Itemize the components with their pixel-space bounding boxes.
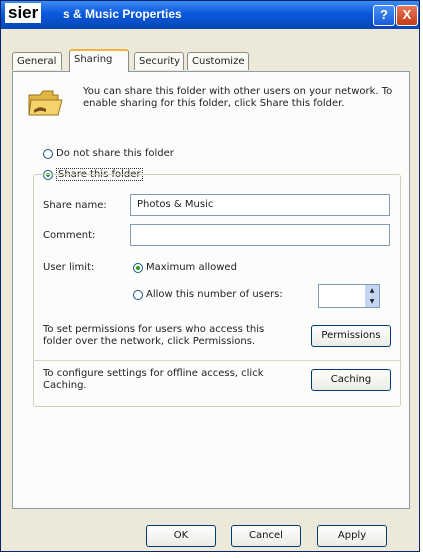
group-separator bbox=[33, 360, 401, 361]
shared-folder-icon bbox=[28, 88, 64, 121]
caching-description: To configure settings for offline access… bbox=[43, 368, 264, 391]
permissions-button[interactable]: Permissions bbox=[311, 325, 391, 347]
cancel-button[interactable]: Cancel bbox=[231, 525, 301, 547]
tab-customize[interactable]: Customize bbox=[187, 52, 249, 70]
spinner-buttons[interactable]: ▲ ▼ bbox=[365, 285, 379, 307]
properties-dialog: s & Music Properties ? X sier General Sh… bbox=[0, 0, 420, 552]
sharing-panel: You can share this folder with other use… bbox=[12, 71, 410, 509]
user-count-spinner[interactable]: ▲ ▼ bbox=[318, 284, 380, 308]
permissions-description: To set permissions for users who access … bbox=[43, 324, 265, 347]
user-limit-label: User limit: bbox=[43, 262, 95, 273]
title-bar[interactable]: s & Music Properties ? X bbox=[1, 1, 419, 29]
apply-button[interactable]: Apply bbox=[317, 525, 387, 547]
allow-users-radio[interactable] bbox=[133, 289, 143, 300]
spin-down-icon[interactable]: ▼ bbox=[365, 296, 379, 307]
spin-up-icon[interactable]: ▲ bbox=[365, 285, 379, 296]
allow-users-option[interactable]: Allow this number of users: bbox=[133, 289, 283, 300]
max-allowed-label: Maximum allowed bbox=[146, 262, 237, 273]
tab-sharing[interactable]: Sharing bbox=[69, 49, 129, 72]
max-allowed-option[interactable]: Maximum allowed bbox=[133, 262, 237, 273]
max-allowed-radio[interactable] bbox=[133, 262, 143, 273]
title-overlay-text: sier bbox=[5, 3, 42, 23]
help-button[interactable]: ? bbox=[373, 5, 395, 26]
comment-label: Comment: bbox=[43, 230, 96, 241]
no-share-label: Do not share this folder bbox=[56, 148, 174, 159]
ok-button[interactable]: OK bbox=[146, 525, 216, 547]
tab-general[interactable]: General bbox=[12, 52, 62, 70]
close-button[interactable]: X bbox=[396, 5, 418, 26]
share-name-input[interactable]: Photos & Music bbox=[130, 194, 390, 216]
caching-button[interactable]: Caching bbox=[311, 369, 391, 391]
no-share-radio[interactable] bbox=[43, 148, 53, 159]
sharing-info-text: You can share this folder with other use… bbox=[83, 86, 393, 109]
comment-input[interactable] bbox=[130, 224, 390, 246]
share-name-label: Share name: bbox=[43, 200, 107, 211]
tab-security[interactable]: Security bbox=[134, 52, 184, 70]
allow-users-label: Allow this number of users: bbox=[146, 289, 283, 300]
no-share-option[interactable]: Do not share this folder bbox=[43, 148, 174, 159]
window-title: s & Music Properties bbox=[63, 7, 182, 21]
